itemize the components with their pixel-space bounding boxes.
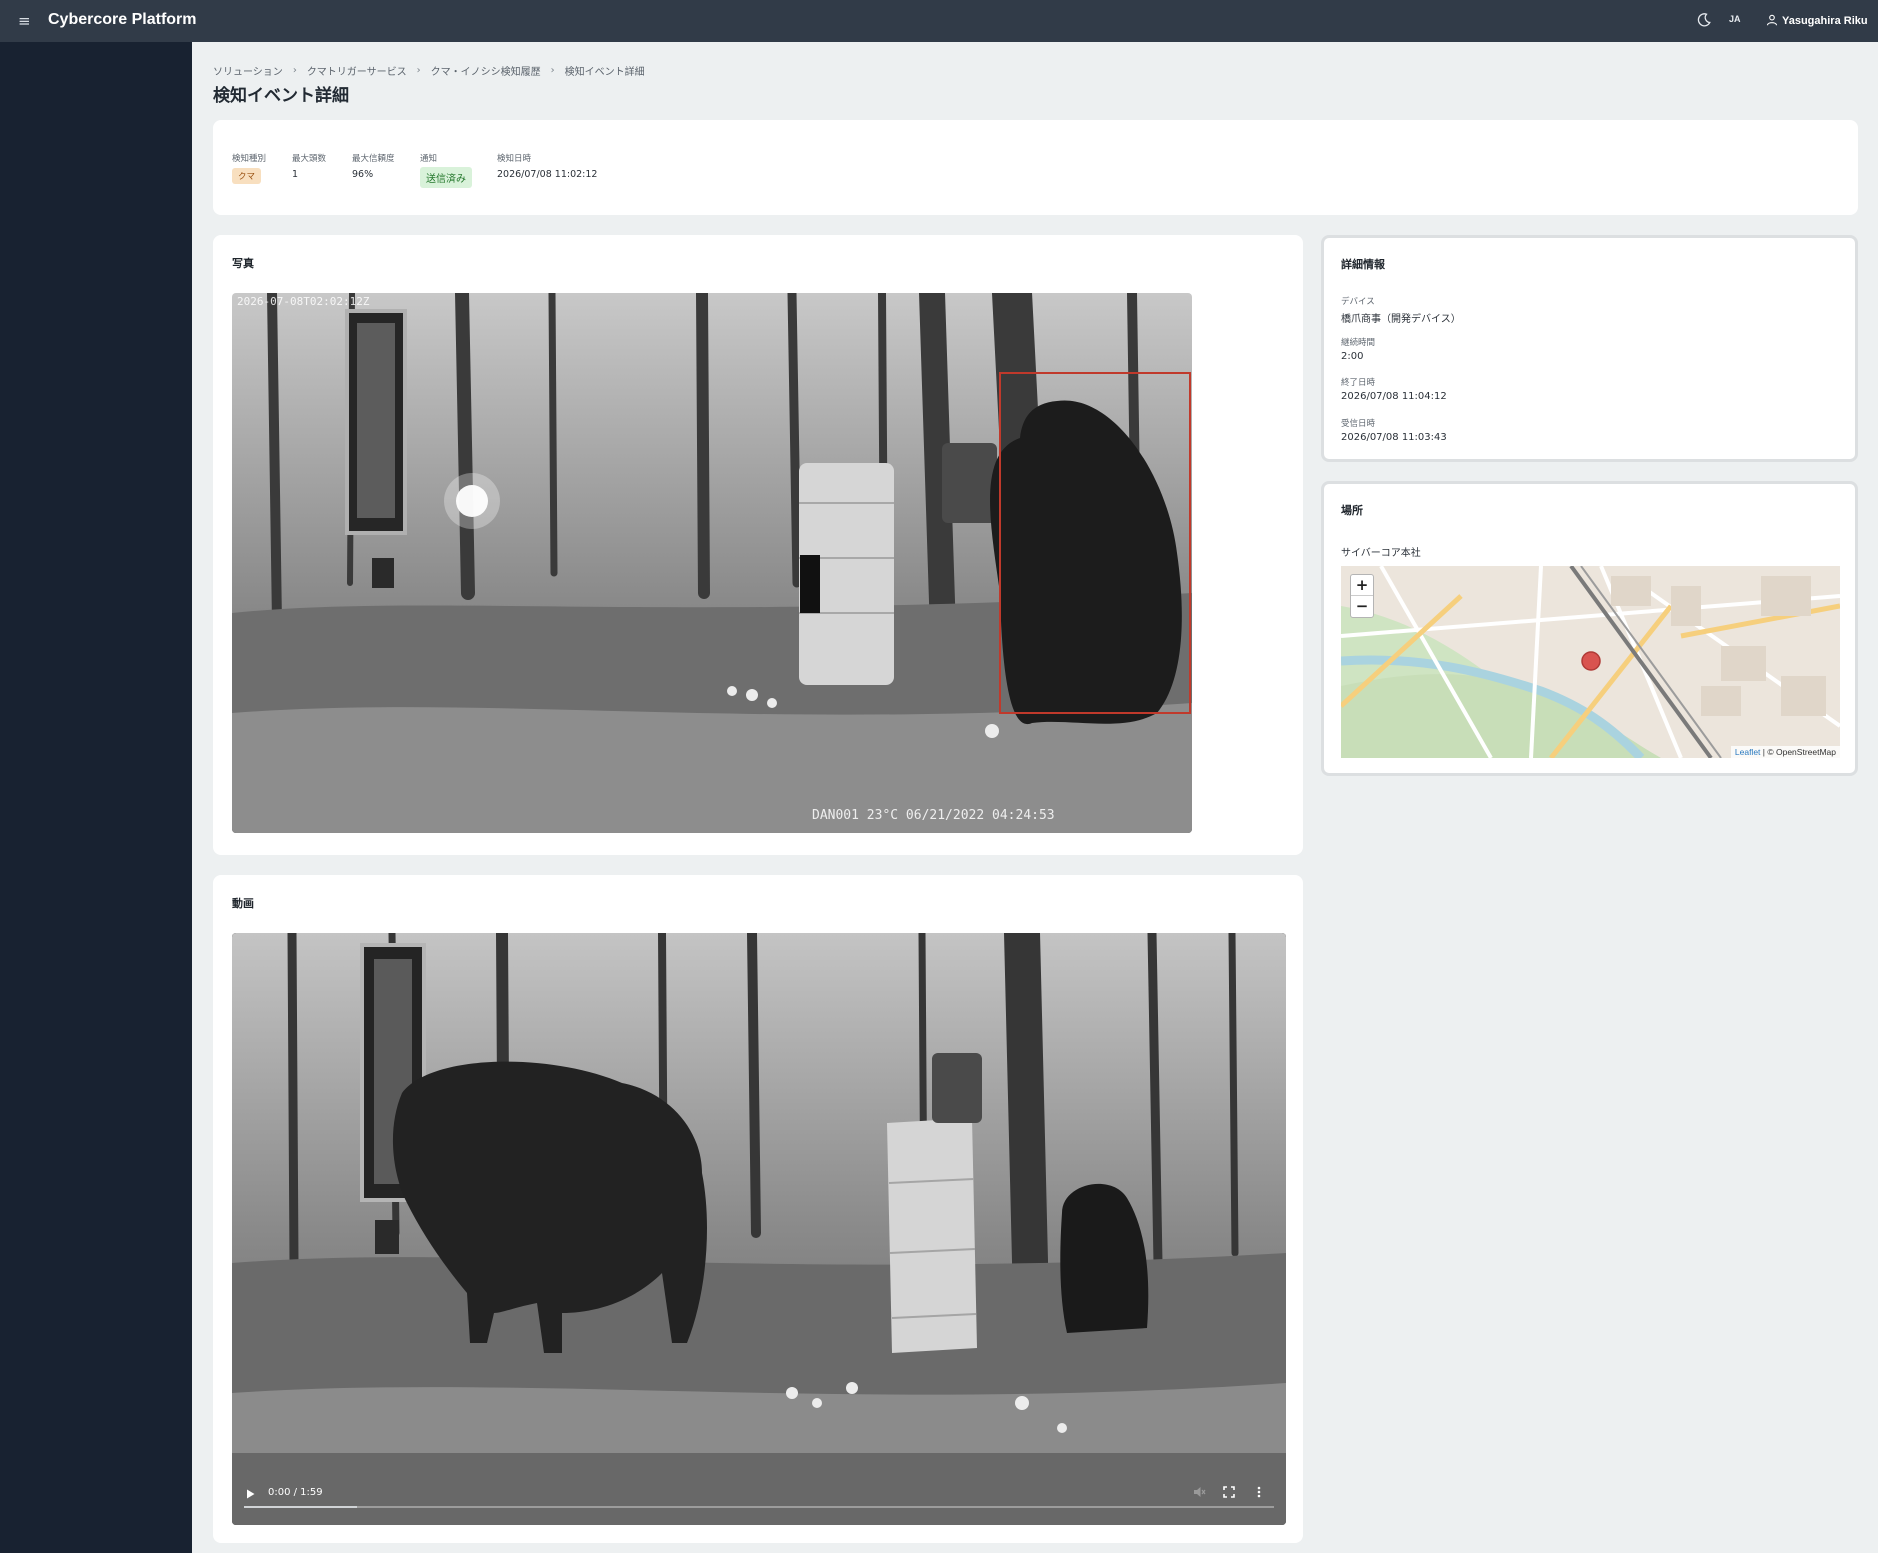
camera-info-overlay: DAN001 23°C 06/21/2022 04:24:53 [812,808,1055,823]
max-confidence-label: 最大信頼度 [352,154,395,164]
detail-device: デバイス 橋爪商事（開発デバイス） [1341,295,1461,325]
video-progress-fill [244,1506,358,1508]
top-bar: ≡ Cybercore Platform JA Yasugahira Riku [0,0,1878,42]
video-player[interactable]: 0:00 / 1:59 [232,933,1286,1525]
breadcrumb: ソリューション › クマトリガーサービス › クマ・イノシシ検知履歴 › 検知イ… [213,63,645,78]
more-options-icon[interactable] [1252,1484,1266,1503]
map-zoom-control: + − [1350,574,1374,618]
summary-max-confidence: 最大信頼度 96% [352,152,395,180]
received-time-label: 受信日時 [1341,419,1376,429]
language-switcher[interactable]: JA [1729,14,1741,24]
breadcrumb-item-current: 検知イベント詳細 [564,67,645,78]
summary-detected-at: 検知日時 2026/07/08 11:02:12 [497,152,597,180]
max-confidence-value: 96% [352,169,374,180]
detection-type-label: 検知種別 [232,154,267,164]
detail-received-time: 受信日時 2026/07/08 11:03:43 [1341,417,1447,443]
menu-icon[interactable]: ≡ [18,12,31,30]
detected-at-value: 2026/07/08 11:02:12 [497,169,598,180]
volume-muted-icon[interactable] [1192,1484,1206,1503]
device-label: デバイス [1341,297,1375,307]
details-card: 詳細情報 デバイス 橋爪商事（開発デバイス） 継続時間 2:00 終了日時 20… [1321,235,1858,462]
location-name: サイバーコア本社 [1341,548,1421,559]
detail-end-time: 終了日時 2026/07/08 11:04:12 [1341,376,1447,402]
summary-detection-type: 検知種別 クマ [232,152,266,184]
map-attribution: Leaflet | © OpenStreetMap [1730,746,1840,758]
photo-scene [232,293,1192,833]
photo-section-title: 写真 [232,257,254,270]
leaflet-link[interactable]: Leaflet [1735,747,1761,757]
chevron-right-icon: › [416,65,421,76]
detection-type-badge: クマ [232,168,262,184]
photo-timestamp-overlay: 2026-07-08T02:02:12Z [237,295,370,308]
page-title: 検知イベント詳細 [213,86,349,106]
summary-card: 検知種別 クマ 最大頭数 1 最大信頼度 96% 通知 送信済み 検知日時 20… [213,120,1858,215]
chevron-right-icon: › [292,65,297,76]
breadcrumb-item-solutions[interactable]: ソリューション [213,63,283,78]
user-name: Yasugahira Riku [1782,15,1868,27]
end-time-value: 2026/07/08 11:04:12 [1341,391,1447,402]
duration-label: 継続時間 [1341,338,1376,348]
video-card: 動画 0:00 / 1:59 [213,875,1303,1543]
user-menu[interactable]: Yasugahira Riku [1766,12,1868,30]
details-section-title: 詳細情報 [1341,258,1385,271]
sidebar [0,42,192,1553]
breadcrumb-item-detection-history[interactable]: クマ・イノシシ検知履歴 [431,63,541,78]
photo-card: 写真 2026-07-08T02:02:12Z DAN001 23°C 06/2… [213,235,1303,855]
max-count-value: 1 [292,169,299,180]
video-progress-bar[interactable] [244,1506,1274,1508]
location-marker-icon[interactable] [1581,651,1601,671]
max-count-label: 最大頭数 [292,154,327,164]
detected-at-label: 検知日時 [497,154,532,164]
detection-photo[interactable]: 2026-07-08T02:02:12Z DAN001 23°C 06/21/2… [232,293,1192,833]
detail-duration: 継続時間 2:00 [1341,336,1375,362]
video-frame-scene [232,933,1286,1525]
duration-value: 2:00 [1341,351,1364,362]
breadcrumb-item-bear-trigger[interactable]: クマトリガーサービス [307,63,407,78]
location-section-title: 場所 [1341,504,1363,517]
moon-icon[interactable] [1696,12,1712,28]
map-tiles [1341,566,1840,758]
osm-attribution[interactable]: | © OpenStreetMap [1763,747,1836,757]
play-icon[interactable] [244,1485,256,1504]
location-card: 場所 サイバーコア本社 + − Leaflet | © OpenStreetMa… [1321,481,1858,776]
user-icon [1766,14,1778,29]
video-time: 0:00 / 1:59 [268,1487,323,1498]
notification-status-badge: 送信済み [420,167,472,188]
notification-label: 通知 [420,154,438,164]
zoom-out-button[interactable]: − [1351,596,1373,617]
video-section-title: 動画 [232,897,254,910]
received-time-value: 2026/07/08 11:03:43 [1341,432,1447,443]
zoom-in-button[interactable]: + [1351,575,1373,596]
summary-max-count: 最大頭数 1 [292,152,326,180]
location-map[interactable]: + − Leaflet | © OpenStreetMap [1341,566,1840,758]
device-value: 橋爪商事（開発デバイス） [1341,314,1461,325]
fullscreen-icon[interactable] [1222,1484,1236,1503]
end-time-label: 終了日時 [1341,378,1376,388]
summary-notification: 通知 送信済み [420,152,472,188]
brand-title[interactable]: Cybercore Platform [48,11,197,29]
chevron-right-icon: › [550,65,555,76]
